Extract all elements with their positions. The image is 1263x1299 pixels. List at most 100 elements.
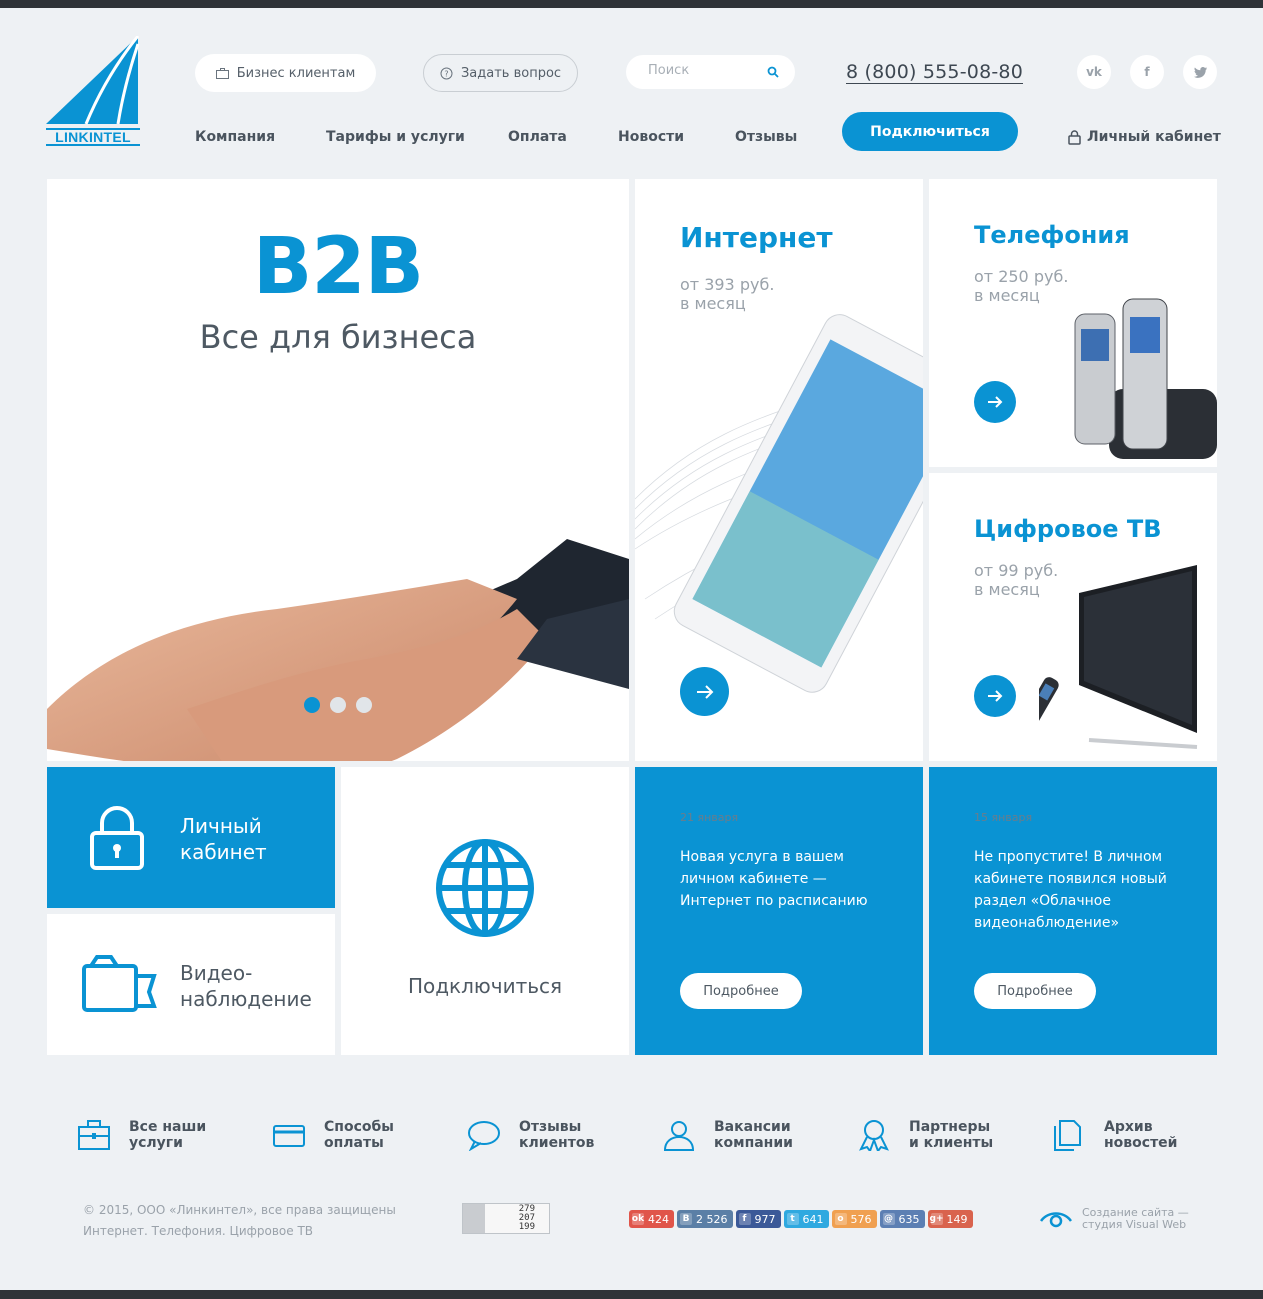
logo[interactable]: LINKINTEL <box>46 35 140 148</box>
lock-icon <box>1068 129 1081 145</box>
business-clients-button[interactable]: Бизнес клиентам <box>195 54 376 92</box>
slider-dot-1[interactable] <box>304 697 320 713</box>
camera-icon <box>82 955 157 1012</box>
ask-question-button[interactable]: ? Задать вопрос <box>423 54 578 92</box>
footer-link-label: Архив новостей <box>1104 1119 1178 1151</box>
twitter-icon[interactable] <box>1183 55 1217 89</box>
nav-payment[interactable]: Оплата <box>508 129 567 145</box>
briefcase-icon <box>215 67 229 79</box>
digital-tv-tile[interactable]: Цифровое ТВ от 99 руб. в месяц <box>929 473 1217 761</box>
search-icon[interactable] <box>767 66 779 78</box>
phones-image <box>1074 298 1217 459</box>
news-date: 15 января <box>974 811 1033 824</box>
footer-link-payment[interactable]: Способы оплаты <box>272 1119 414 1151</box>
footer-link-label: Отзывы клиентов <box>519 1119 595 1151</box>
telephony-tile[interactable]: Телефония от 250 руб. в месяц <box>929 179 1217 467</box>
vk-icon[interactable]: vk <box>1077 55 1111 89</box>
svg-text:?: ? <box>444 69 448 78</box>
internet-tile[interactable]: Интернет от 393 руб. в месяц <box>635 179 923 761</box>
business-clients-label: Бизнес клиентам <box>236 65 356 81</box>
share-count: 2 526 <box>696 1212 728 1226</box>
nav-company[interactable]: Компания <box>195 129 275 145</box>
facebook-icon[interactable]: f <box>1130 55 1164 89</box>
cabinet-tile[interactable]: Личный кабинет <box>47 767 335 908</box>
digital-tv-period: в месяц <box>974 580 1040 599</box>
telephony-arrow-button[interactable] <box>974 381 1016 423</box>
tagline: Интернет. Телефония. Цифровое ТВ <box>83 1224 314 1238</box>
personal-cabinet-label: Личный кабинет <box>1087 129 1221 145</box>
internet-price: от 393 руб. в месяц <box>680 275 774 313</box>
share-facebook-button[interactable]: f 977 <box>735 1210 781 1228</box>
hero-subtitle: Все для бизнеса <box>199 318 477 356</box>
digital-tv-arrow-button[interactable] <box>974 675 1016 717</box>
twitter-icon: t <box>786 1213 799 1225</box>
search-input[interactable] <box>648 63 758 78</box>
vk-icon: B <box>680 1213 692 1225</box>
award-icon <box>859 1120 889 1151</box>
footer-link-label: Вакансии компании <box>714 1119 793 1151</box>
footer-link-vacancies[interactable]: Вакансии компании <box>662 1119 804 1151</box>
personal-cabinet-link[interactable]: Личный кабинет <box>1068 129 1221 145</box>
bottom-bar <box>0 1290 1263 1299</box>
share-count: 149 <box>946 1212 968 1226</box>
copyright-text: © 2015, ООО «Линкинтел», все права защищ… <box>83 1203 396 1217</box>
video-surveillance-tile[interactable]: Видео- наблюдение <box>47 914 335 1055</box>
eye-logo-icon <box>1040 1212 1072 1228</box>
globe-icon <box>436 839 534 937</box>
share-count: 977 <box>754 1212 776 1226</box>
news-tile-1: 21 января Новая услуга в вашем личном ка… <box>635 767 923 1055</box>
nav-reviews[interactable]: Отзывы <box>735 129 797 145</box>
slider-dot-3[interactable] <box>356 697 372 713</box>
news-more-button[interactable]: Подробнее <box>680 973 802 1009</box>
footer-link-services[interactable]: Все наши услуги <box>77 1119 219 1151</box>
search-box <box>626 55 795 89</box>
nav-news[interactable]: Новости <box>618 129 684 145</box>
connect-tile-label: Подключиться <box>407 974 563 998</box>
share-count: 635 <box>898 1212 920 1226</box>
share-twitter-button[interactable]: t 641 <box>783 1210 829 1228</box>
share-mail-button[interactable]: @635 <box>879 1210 925 1228</box>
connect-button[interactable]: Подключиться <box>842 112 1018 151</box>
phone-number[interactable]: 8 (800) 555-08-80 <box>846 61 1023 84</box>
internet-title: Интернет <box>680 221 833 254</box>
credit-card-icon <box>273 1125 305 1147</box>
copyright: © 2015, ООО «Линкинтел», все права защищ… <box>83 1200 396 1242</box>
share-ok-button[interactable]: o 576 <box>831 1210 877 1228</box>
logo-sail-icon <box>46 35 140 125</box>
share-google-plus-button[interactable]: g+ 149 <box>927 1210 973 1228</box>
news-more-button[interactable]: Подробнее <box>974 973 1096 1009</box>
person-icon <box>663 1121 695 1151</box>
counter-bars-icon <box>463 1204 485 1233</box>
connect-tile[interactable]: Подключиться <box>341 767 629 1055</box>
share-odnoklassniki-button[interactable]: ok 424 <box>629 1210 674 1228</box>
share-vk-button[interactable]: B 2 526 <box>677 1210 733 1228</box>
nav-tariffs[interactable]: Тарифы и услуги <box>326 129 465 145</box>
tablet-image <box>635 314 923 693</box>
hero-title: B2B <box>252 222 424 312</box>
share-count: 424 <box>648 1212 669 1226</box>
visit-counter[interactable]: 279 207 199 <box>462 1203 550 1234</box>
telephony-title: Телефония <box>974 221 1130 249</box>
cabinet-label: Личный кабинет <box>180 814 267 864</box>
speech-bubble-icon <box>468 1121 500 1151</box>
internet-price-value: от 393 руб. <box>680 275 775 294</box>
share-count: 641 <box>802 1212 824 1226</box>
arrow-right-icon <box>696 684 713 699</box>
slider-dot-2[interactable] <box>330 697 346 713</box>
share-buttons: ok 424 B 2 526 f 977 t 641 o 576 @635 g+ 149 <box>629 1210 973 1228</box>
visual-web-credit[interactable]: Создание сайта — студия Visual Web <box>1040 1207 1189 1231</box>
credit-text: Создание сайта — студия Visual Web <box>1082 1206 1189 1231</box>
footer-link-news-archive[interactable]: Архив новостей <box>1052 1119 1194 1151</box>
footer-link-label: Способы оплаты <box>324 1119 394 1151</box>
video-surveillance-label: Видео- наблюдение <box>180 961 312 1011</box>
footer-link-partners[interactable]: Партнеры и клиенты <box>857 1119 999 1151</box>
news-date: 21 января <box>680 811 739 824</box>
footer-link-reviews[interactable]: Отзывы клиентов <box>467 1119 609 1151</box>
counter-value: 199 <box>518 1222 535 1232</box>
twitter-bird-glyph <box>1193 66 1207 78</box>
internet-arrow-button[interactable] <box>680 667 729 716</box>
digital-tv-price: от 99 руб. в месяц <box>974 561 1058 599</box>
share-count: 576 <box>850 1212 872 1226</box>
ask-question-label: Задать вопрос <box>460 65 562 81</box>
digital-tv-price-value: от 99 руб. <box>974 561 1059 580</box>
